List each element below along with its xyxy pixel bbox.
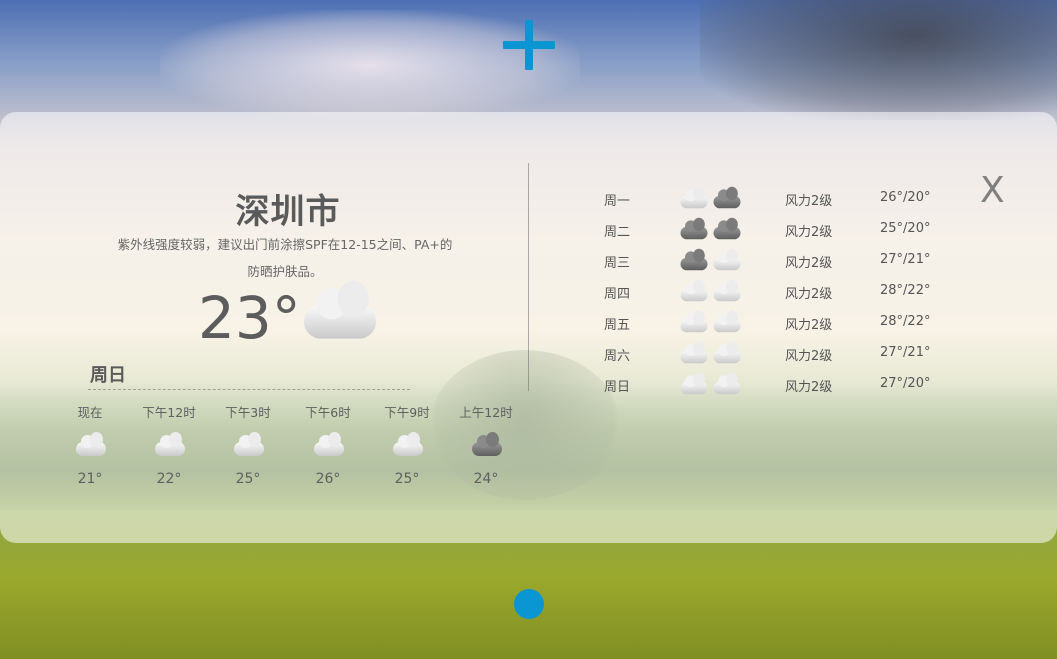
forecast-day: 周三	[604, 256, 631, 271]
forecast-day: 周二	[604, 225, 631, 240]
forecast-wind: 风力2级	[785, 318, 833, 333]
cloudy-icon	[314, 432, 344, 456]
forecast-wind: 风力2级	[785, 287, 833, 302]
forecast-wind: 风力2级	[785, 194, 833, 209]
forecast-wind: 风力2级	[785, 349, 833, 364]
cloudy-icon	[680, 372, 708, 395]
cloudy-icon	[713, 372, 741, 395]
rain-icon	[713, 186, 741, 209]
cloudy-icon	[155, 432, 185, 456]
hourly-item: 现在 21°	[50, 402, 130, 487]
page-indicator-dot[interactable]	[514, 589, 544, 619]
panel-divider	[528, 163, 529, 391]
cloudy-icon	[680, 279, 708, 302]
cloudy-icon	[304, 280, 376, 339]
hourly-time: 下午12时	[142, 405, 196, 420]
cloudy-icon	[713, 310, 741, 333]
rain-icon	[680, 248, 708, 271]
hourly-item: 下午6时 26°	[288, 402, 368, 487]
forecast-row: 周五 风力2级 28°/22°	[604, 310, 944, 334]
hourly-time: 上午12时	[459, 405, 513, 420]
current-temperature: 23°	[198, 284, 301, 352]
forecast-range: 26°/20°	[880, 190, 931, 205]
uv-advice: 紫外线强度较弱，建议出门前涂擦SPF在12-15之间、PA+的防晒护肤品。	[117, 237, 453, 279]
hourly-item: 下午9时 25°	[367, 402, 447, 487]
hourly-time: 现在	[77, 405, 103, 420]
cloudy-icon	[76, 432, 106, 456]
rain-icon	[713, 217, 741, 240]
hourly-item: 上午12时 24°	[446, 402, 526, 487]
forecast-day: 周五	[604, 318, 631, 333]
forecast-range: 28°/22°	[880, 314, 931, 329]
hourly-temp: 25°	[235, 471, 261, 487]
hourly-time: 下午3时	[225, 405, 271, 420]
hourly-temp: 24°	[473, 471, 499, 487]
cloudy-icon	[680, 186, 708, 209]
close-button[interactable]: X	[980, 170, 1005, 211]
hourly-time: 下午9时	[384, 405, 430, 420]
forecast-range: 27°/21°	[880, 252, 931, 267]
forecast-row: 周四 风力2级 28°/22°	[604, 279, 944, 303]
hourly-day-title: 周日	[90, 365, 126, 386]
forecast-day: 周日	[604, 380, 631, 395]
forecast-range: 28°/22°	[880, 283, 931, 298]
forecast-row: 周六 风力2级 27°/21°	[604, 341, 944, 365]
cloudy-icon	[713, 279, 741, 302]
hourly-temp: 21°	[77, 471, 103, 487]
hourly-divider	[88, 389, 410, 390]
cloudy-icon	[713, 248, 741, 271]
hourly-temp: 26°	[315, 471, 341, 487]
cloudy-icon	[713, 341, 741, 364]
cloudy-icon	[680, 341, 708, 364]
forecast-row: 周日 风力2级 27°/20°	[604, 372, 944, 396]
forecast-range: 27°/21°	[880, 345, 931, 360]
forecast-range: 27°/20°	[880, 376, 931, 391]
add-city-button[interactable]	[503, 20, 555, 72]
forecast-row: 周一 风力2级 26°/20°	[604, 186, 944, 210]
hourly-temp: 22°	[156, 471, 182, 487]
cloudy-icon	[393, 432, 423, 456]
forecast-day: 周四	[604, 287, 631, 302]
forecast-range: 25°/20°	[880, 221, 931, 236]
forecast-row: 周三 风力2级 27°/21°	[604, 248, 944, 272]
hourly-item: 下午12时 22°	[129, 402, 209, 487]
forecast-wind: 风力2级	[785, 225, 833, 240]
hourly-temp: 25°	[394, 471, 420, 487]
forecast-day: 周一	[604, 194, 631, 209]
forecast-row: 周二 风力2级 25°/20°	[604, 217, 944, 241]
forecast-wind: 风力2级	[785, 380, 833, 395]
cloudy-icon	[234, 432, 264, 456]
overcast-icon	[472, 432, 502, 456]
hourly-item: 下午3时 25°	[208, 402, 288, 487]
sky-storm-clouds	[700, 0, 1057, 120]
cloudy-icon	[680, 310, 708, 333]
forecast-wind: 风力2级	[785, 256, 833, 271]
rain-icon	[680, 217, 708, 240]
hourly-time: 下午6时	[305, 405, 351, 420]
city-name: 深圳市	[235, 192, 341, 232]
forecast-day: 周六	[604, 349, 631, 364]
